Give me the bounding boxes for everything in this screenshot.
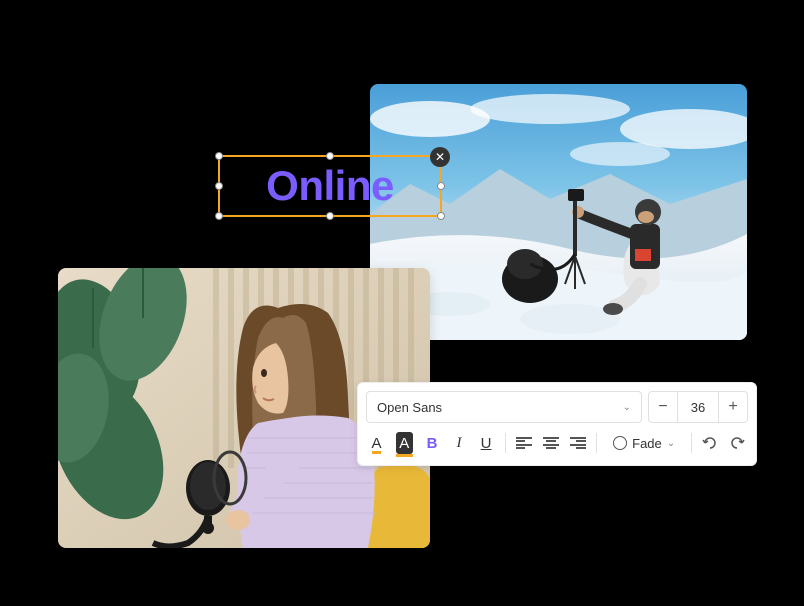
align-right-button[interactable] [567, 429, 588, 457]
align-center-icon [543, 437, 559, 449]
align-left-button[interactable] [513, 429, 534, 457]
undo-icon [702, 435, 718, 451]
resize-handle-mr[interactable] [437, 182, 445, 190]
redo-icon [729, 435, 745, 451]
close-icon: ✕ [435, 150, 445, 164]
resize-handle-tl[interactable] [215, 152, 223, 160]
undo-button[interactable] [700, 429, 721, 457]
font-family-select[interactable]: Open Sans ⌄ [366, 391, 642, 423]
underline-button[interactable]: U [476, 429, 497, 457]
fade-label: Fade [632, 436, 662, 451]
plus-icon: + [728, 398, 737, 416]
resize-handle-tm[interactable] [326, 152, 334, 160]
font-size-value[interactable]: 36 [677, 392, 719, 422]
font-size-increase-button[interactable]: + [719, 392, 747, 422]
text-highlight-button[interactable]: A [396, 432, 413, 454]
font-family-value: Open Sans [377, 400, 442, 415]
close-selection-button[interactable]: ✕ [430, 147, 450, 167]
resize-handle-ml[interactable] [215, 182, 223, 190]
bold-button[interactable]: B [422, 429, 443, 457]
resize-handle-br[interactable] [437, 212, 445, 220]
align-center-button[interactable] [540, 429, 561, 457]
redo-button[interactable] [727, 429, 748, 457]
text-color-button[interactable]: A [366, 429, 387, 457]
fade-effect-button[interactable]: Fade ⌄ [605, 429, 683, 457]
resize-handle-bl[interactable] [215, 212, 223, 220]
selected-text: Online [266, 162, 394, 210]
fade-icon [613, 436, 627, 450]
align-right-icon [570, 437, 586, 449]
font-size-decrease-button[interactable]: − [649, 392, 677, 422]
minus-icon: − [658, 398, 667, 416]
italic-button[interactable]: I [449, 429, 470, 457]
font-size-stepper: − 36 + [648, 391, 748, 423]
text-format-toolbar: Open Sans ⌄ − 36 + A A B I U [357, 382, 757, 466]
toolbar-divider [596, 433, 597, 453]
toolbar-divider [505, 433, 506, 453]
chevron-down-icon: ⌄ [667, 438, 675, 449]
resize-handle-bm[interactable] [326, 212, 334, 220]
text-selection-box[interactable]: Online ✕ [218, 155, 442, 217]
chevron-down-icon: ⌄ [623, 402, 631, 413]
align-left-icon [516, 437, 532, 449]
toolbar-divider [691, 433, 692, 453]
